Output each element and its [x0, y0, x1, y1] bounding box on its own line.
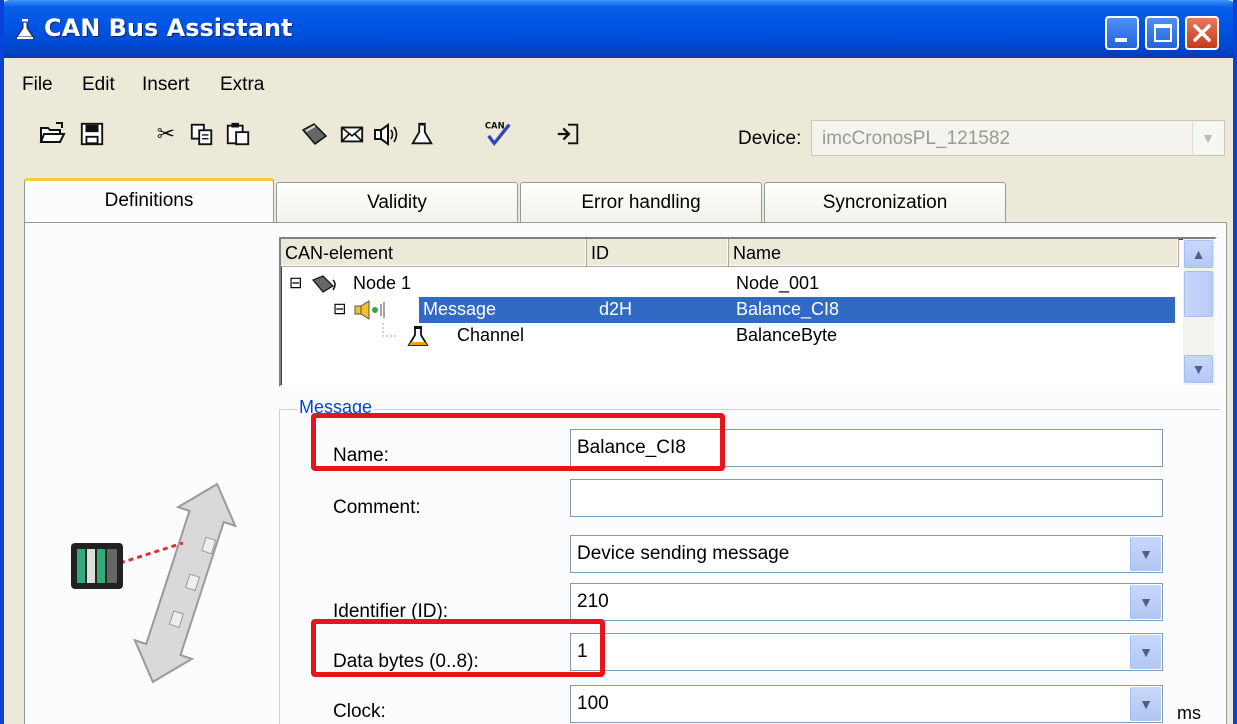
title-bar[interactable]: CAN Bus Assistant — [4, 0, 1233, 58]
can-check-text: CAN — [485, 120, 505, 130]
clock-label: Clock: — [333, 701, 386, 722]
chevron-down-icon[interactable]: ▼ — [1130, 537, 1161, 571]
tree-row-element: Node 1 — [353, 273, 412, 293]
import-icon[interactable] — [552, 118, 584, 150]
clock-unit: ms — [1177, 703, 1201, 723]
copy-icon[interactable] — [186, 118, 218, 150]
clock-value: 100 — [577, 693, 609, 714]
chevron-down-icon[interactable]: ▼ — [1130, 585, 1161, 619]
col-header-id[interactable]: ID — [587, 239, 729, 267]
message-speaker-icon — [354, 300, 385, 320]
tree-row-id: d2H — [599, 299, 633, 319]
scroll-thumb[interactable] — [1184, 271, 1213, 317]
scroll-up-icon[interactable]: ▲ — [1184, 240, 1213, 268]
node-icon — [312, 275, 336, 293]
window-title: CAN Bus Assistant — [44, 14, 293, 42]
tree-scrollbar[interactable]: ▲ ▼ — [1183, 239, 1215, 385]
tree-row-channel[interactable]: Channel BalanceByte — [281, 323, 1181, 349]
collapse-icon[interactable]: ⊟ — [289, 273, 302, 293]
can-check-icon[interactable]: CAN — [482, 118, 514, 150]
tree-row-element: Message — [423, 299, 497, 319]
channel-flask-icon — [407, 326, 429, 346]
channel-flask-icon[interactable] — [406, 118, 438, 150]
tab-error-handling[interactable]: Error handling — [520, 182, 762, 224]
menu-bar: File Edit Insert Extra — [4, 70, 1233, 102]
tab-validity[interactable]: Validity — [276, 182, 518, 224]
tree-row-name: BalanceByte — [736, 325, 838, 345]
paste-icon[interactable] — [222, 118, 254, 150]
comment-label: Comment: — [333, 497, 421, 518]
close-icon — [1193, 24, 1211, 42]
maximize-icon — [1154, 24, 1172, 42]
close-button[interactable] — [1185, 16, 1219, 50]
maximize-button[interactable] — [1145, 16, 1179, 50]
open-folder-icon[interactable] — [36, 118, 68, 150]
flask-icon — [16, 19, 34, 39]
identifier-select[interactable]: 210 ▼ — [570, 583, 1163, 621]
device-bus-illustration-icon — [71, 482, 237, 684]
databytes-highlight-box — [311, 619, 605, 677]
identifier-value: 210 — [577, 591, 609, 612]
cut-icon[interactable]: ✂ — [150, 118, 182, 150]
minimize-button[interactable] — [1105, 16, 1139, 50]
chevron-down-icon[interactable]: ▼ — [1130, 635, 1161, 669]
tab-definitions[interactable]: Definitions — [24, 178, 274, 226]
tree-row-element: Channel — [457, 325, 525, 345]
scroll-down-icon[interactable]: ▼ — [1184, 355, 1213, 383]
name-highlight-box — [311, 413, 725, 471]
col-header-can-element[interactable]: CAN-element — [281, 239, 587, 267]
tree-row-name: Balance_CI8 — [736, 299, 840, 319]
menu-extra[interactable]: Extra — [220, 74, 264, 96]
device-select[interactable]: imcCronosPL_121582 ▼ — [811, 120, 1225, 156]
menu-edit[interactable]: Edit — [82, 74, 115, 96]
col-header-name[interactable]: Name — [729, 239, 1179, 267]
device-label: Device: — [738, 128, 802, 149]
tree-row-message[interactable]: ⊟ Message d2H Balance_CI8 — [281, 297, 1181, 323]
speaker-icon[interactable] — [370, 118, 402, 150]
minimize-icon — [1115, 38, 1127, 42]
chevron-down-icon[interactable]: ▼ — [1130, 687, 1161, 721]
tree-row-name: Node_001 — [736, 273, 820, 293]
node-icon[interactable] — [298, 118, 330, 150]
menu-file[interactable]: File — [22, 74, 53, 96]
comment-field[interactable] — [570, 479, 1163, 517]
clock-select[interactable]: 100 ▼ — [570, 685, 1163, 723]
definitions-panel: CAN-element ID Name ⊟ Node 1 Node_001 ⊟ … — [24, 222, 1227, 724]
tab-syncronization[interactable]: Syncronization — [764, 182, 1006, 224]
message-icon[interactable] — [336, 118, 368, 150]
tree-row-node[interactable]: ⊟ Node 1 Node_001 — [281, 271, 1181, 297]
device-value: imcCronosPL_121582 — [822, 128, 1011, 149]
direction-value: Device sending message — [577, 543, 790, 564]
databytes-select[interactable]: 1 ▼ — [570, 633, 1163, 671]
can-bus-assistant-window: CAN Bus Assistant File Edit Insert Extra… — [0, 0, 1237, 724]
chevron-down-icon[interactable]: ▼ — [1192, 122, 1223, 154]
toolbar: ✂ CAN Device: imcCronosPL_121582 ▼ — [4, 108, 1233, 162]
tab-strip: Definitions Validity Error handling Sync… — [4, 178, 1233, 226]
collapse-icon[interactable]: ⊟ — [333, 299, 346, 319]
menu-insert[interactable]: Insert — [142, 74, 190, 96]
save-icon[interactable] — [76, 118, 108, 150]
direction-select[interactable]: Device sending message ▼ — [570, 535, 1163, 573]
can-element-tree[interactable]: CAN-element ID Name ⊟ Node 1 Node_001 ⊟ … — [279, 237, 1217, 387]
